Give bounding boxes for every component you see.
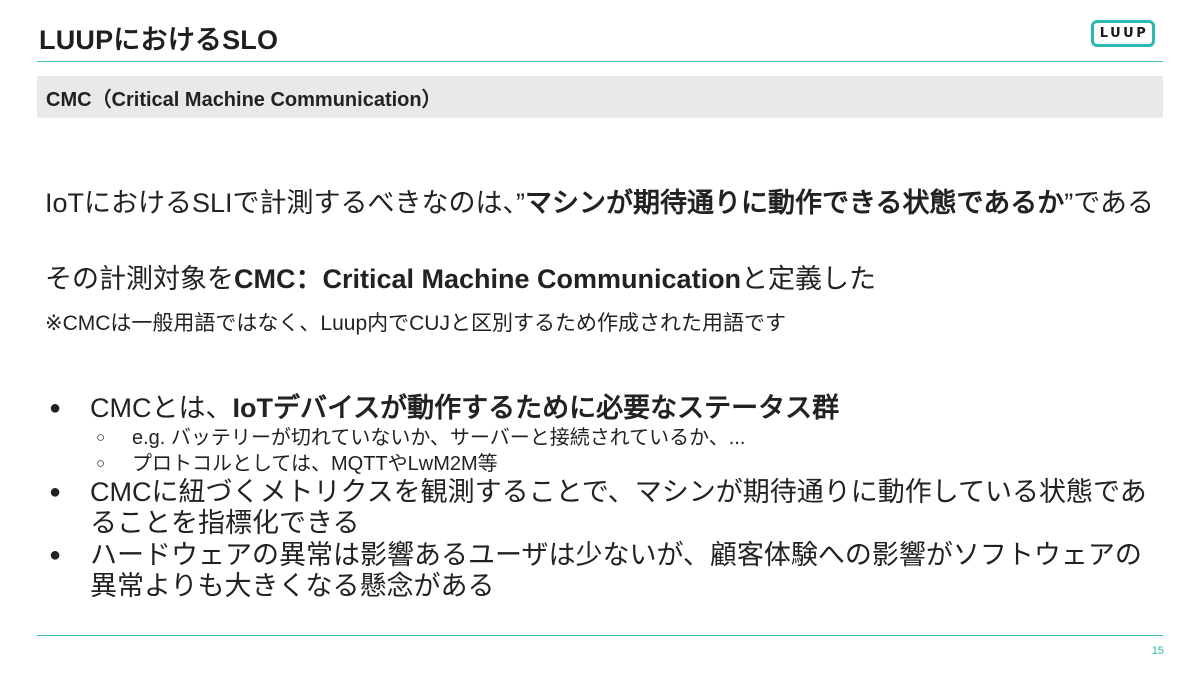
bullet-item: ● CMCに紐づくメトリクスを観測することで、マシンが期待通りに動作している状態で… [45, 477, 1155, 539]
section-header-bar: CMC（Critical Machine Communication） [37, 76, 1163, 118]
sub-bullet-marker: ○ [96, 429, 106, 446]
lead-statement: IoTにおけるSLIで計測するべきなのは、”マシンが期待通りに動作できる状態であ… [45, 186, 1155, 220]
bullet-list: ● CMCとは、IoTデバイスが動作するために必要なステータス群 ○ e.g. バッ… [45, 393, 1155, 603]
bullet-marker: ● [49, 481, 62, 503]
definition-statement: その計測対象をCMC：Critical Machine Communicatio… [45, 262, 876, 296]
sub-bullet-marker: ○ [96, 455, 106, 472]
bullet-item: ● ハードウェアの異常は影響あるユーザは少ないが、顧客体験への影響がソフトウェアの… [45, 540, 1155, 602]
terminology-note: ※CMCは一般用語ではなく、Luup内でCUJと区別するため作成された用語です [45, 312, 786, 335]
sub-bullet-list: ○ e.g. バッテリーが切れていないか、サーバーと接続されているか、... ○ プ… [45, 425, 1155, 477]
header-divider [37, 61, 1163, 62]
definition-suffix: と定義した [741, 264, 877, 294]
sub-bullet-item: ○ プロトコルとしては、MQTTやLwM2M等 [45, 451, 1155, 477]
footer-divider [37, 635, 1163, 636]
bullet-marker: ● [49, 544, 62, 566]
bullet-item: ● CMCとは、IoTデバイスが動作するために必要なステータス群 [45, 393, 1155, 424]
section-label: CMC（Critical Machine Communication） [46, 88, 442, 111]
lead-emphasis: マシンが期待通りに動作できる状態であるか [525, 188, 1065, 218]
definition-prefix: その計測対象を [45, 264, 234, 294]
luup-logo: LUUP [1091, 20, 1155, 47]
bullet-text: CMCに紐づくメトリクスを観測することで、マシンが期待通りに動作している状態であ… [90, 477, 1147, 538]
lead-suffix: ”である [1064, 188, 1154, 218]
sub-bullet-text: プロトコルとしては、MQTTやLwM2M等 [132, 453, 498, 475]
sub-list-container: ○ e.g. バッテリーが切れていないか、サーバーと接続されているか、... ○ プ… [45, 425, 1155, 477]
bullet-marker: ● [49, 397, 62, 419]
slide-title: LUUPにおけるSLO [39, 25, 279, 55]
bullet-text-emphasis: IoTデバイスが動作するために必要なステータス群 [232, 393, 840, 423]
bullet-text-prefix: CMCとは、 [90, 393, 233, 423]
definition-term: CMC：Critical Machine Communication [234, 264, 742, 294]
bullet-text: ハードウェアの異常は影響あるユーザは少ないが、顧客体験への影響がソフトウェアの異… [90, 540, 1142, 601]
sub-bullet-text: e.g. バッテリーが切れていないか、サーバーと接続されているか、... [132, 427, 746, 449]
lead-prefix: IoTにおけるSLIで計測するべきなのは、” [45, 188, 526, 218]
page-number: 15 [1151, 645, 1164, 657]
sub-bullet-item: ○ e.g. バッテリーが切れていないか、サーバーと接続されているか、... [45, 425, 1155, 451]
